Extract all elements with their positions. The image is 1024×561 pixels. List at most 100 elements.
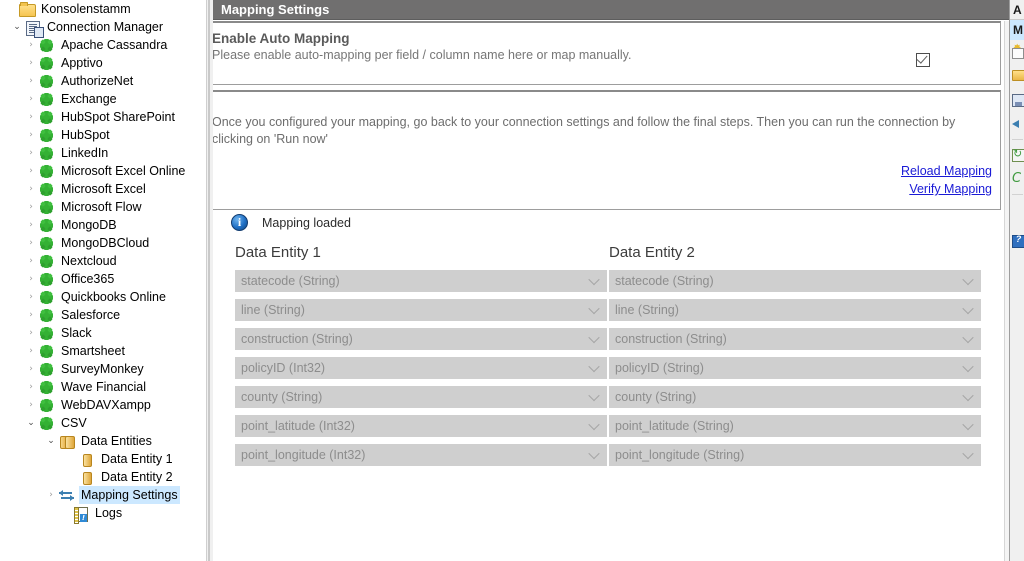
- verify-mapping-link[interactable]: Verify Mapping: [901, 180, 992, 198]
- tree-item-connector[interactable]: › HubSpot SharePoint: [0, 108, 206, 126]
- tree-item-data-entity-1[interactable]: › Data Entity 1: [0, 450, 206, 468]
- data-entity-2-field-dropdown[interactable]: point_latitude (String): [609, 415, 981, 437]
- connector-list: › Apache Cassandra › Apptivo › AuthorizeNet › E…: [0, 36, 206, 414]
- back-arrow-icon[interactable]: [1010, 112, 1024, 136]
- data-entity-2-field-dropdown[interactable]: county (String): [609, 386, 981, 408]
- tree-item-logs-label: Logs: [95, 506, 123, 520]
- chevron-right-icon[interactable]: ›: [24, 36, 38, 54]
- tree-item-connector-label: Apptivo: [61, 56, 103, 70]
- save-icon[interactable]: [1010, 88, 1024, 112]
- chevron-right-icon[interactable]: ›: [24, 396, 38, 414]
- chevron-right-icon[interactable]: ›: [24, 288, 38, 306]
- chevron-down-icon[interactable]: ⌄: [10, 18, 24, 36]
- refresh-icon[interactable]: [1010, 143, 1024, 167]
- tree-item-root[interactable]: › Konsolenstamm: [0, 0, 206, 18]
- plug-icon: [38, 199, 56, 215]
- tool-strip-selected-tab[interactable]: M: [1010, 20, 1024, 40]
- chevron-right-icon[interactable]: ›: [24, 72, 38, 90]
- chevron-right-icon[interactable]: ›: [24, 198, 38, 216]
- tree-item-connector[interactable]: › SurveyMonkey: [0, 360, 206, 378]
- chevron-down-icon[interactable]: ⌄: [24, 414, 38, 432]
- data-entity-1-field-dropdown[interactable]: point_longitude (Int32): [235, 444, 607, 466]
- tree-item-connector-label: Exchange: [61, 92, 117, 106]
- data-entity-2-field-dropdown[interactable]: construction (String): [609, 328, 981, 350]
- tree-item-connector[interactable]: › Office365: [0, 270, 206, 288]
- tree-item-connector[interactable]: › AuthorizeNet: [0, 72, 206, 90]
- tree-item-connector-label: MongoDB: [61, 218, 117, 232]
- tree-item-connector[interactable]: › Microsoft Excel Online: [0, 162, 206, 180]
- dropdown-value: county (String): [615, 390, 697, 404]
- chevron-right-icon[interactable]: ›: [24, 216, 38, 234]
- data-entity-1-field-dropdown[interactable]: policyID (Int32): [235, 357, 607, 379]
- data-entity-1-field-dropdown[interactable]: line (String): [235, 299, 607, 321]
- tree-item-connector[interactable]: › Quickbooks Online: [0, 288, 206, 306]
- data-entity-2-field-dropdown[interactable]: policyID (String): [609, 357, 981, 379]
- chevron-right-icon[interactable]: ›: [24, 270, 38, 288]
- plug-icon: [38, 343, 56, 359]
- data-entity-1-field-dropdown[interactable]: construction (String): [235, 328, 607, 350]
- reload-mapping-link[interactable]: Reload Mapping: [901, 162, 992, 180]
- data-entity-1-field-list: statecode (String) line (String) construct…: [235, 270, 607, 466]
- tree-item-connector[interactable]: › Apptivo: [0, 54, 206, 72]
- tree-item-mapping-settings[interactable]: › Mapping Settings: [0, 486, 206, 504]
- tree-item-connection-manager-label: Connection Manager: [47, 20, 164, 34]
- data-entity-1-column: Data Entity 1 statecode (String) line (St…: [235, 243, 607, 473]
- data-entity-icon: [78, 451, 96, 467]
- plug-icon: [38, 415, 56, 431]
- page-title: Mapping Settings: [213, 0, 1009, 20]
- tree-item-connector[interactable]: › Slack: [0, 324, 206, 342]
- data-entity-2-field-dropdown[interactable]: point_longitude (String): [609, 444, 981, 466]
- tree-item-connector[interactable]: › MongoDBCloud: [0, 234, 206, 252]
- chevron-right-icon[interactable]: ›: [24, 378, 38, 396]
- tree-item-connector[interactable]: › LinkedIn: [0, 144, 206, 162]
- tree-item-data-entities[interactable]: ⌄ Data Entities: [0, 432, 206, 450]
- chevron-right-icon[interactable]: ›: [24, 342, 38, 360]
- plug-icon: [38, 145, 56, 161]
- connect-icon[interactable]: C: [1010, 167, 1024, 191]
- dropdown-value: policyID (Int32): [241, 361, 326, 375]
- tree-item-csv[interactable]: ⌄ CSV: [0, 414, 206, 432]
- tree-item-connector[interactable]: › Nextcloud: [0, 252, 206, 270]
- dropdown-value: construction (String): [241, 332, 353, 346]
- tree-item-root-label: Konsolenstamm: [41, 2, 131, 16]
- tree-item-connector[interactable]: › Microsoft Flow: [0, 198, 206, 216]
- tree-item-connector[interactable]: › MongoDB: [0, 216, 206, 234]
- chevron-right-icon[interactable]: ›: [24, 324, 38, 342]
- chevron-right-icon[interactable]: ›: [44, 486, 58, 504]
- data-entity-1-field-dropdown[interactable]: county (String): [235, 386, 607, 408]
- tree-item-connector[interactable]: › Exchange: [0, 90, 206, 108]
- data-entity-2-field-dropdown[interactable]: statecode (String): [609, 270, 981, 292]
- tree-item-connector[interactable]: › Smartsheet: [0, 342, 206, 360]
- tree-item-logs[interactable]: › Logs: [0, 504, 206, 524]
- tree-item-data-entity-2[interactable]: › Data Entity 2: [0, 468, 206, 486]
- chevron-down-icon[interactable]: ⌄: [44, 432, 58, 450]
- chevron-right-icon[interactable]: ›: [24, 234, 38, 252]
- chevron-right-icon[interactable]: ›: [24, 54, 38, 72]
- chevron-right-icon[interactable]: ›: [24, 108, 38, 126]
- tree-item-connector[interactable]: › HubSpot: [0, 126, 206, 144]
- chevron-right-icon[interactable]: ›: [24, 306, 38, 324]
- chevron-right-icon[interactable]: ›: [24, 360, 38, 378]
- chevron-right-icon[interactable]: ›: [24, 180, 38, 198]
- plug-icon: [38, 163, 56, 179]
- tree-item-connection-manager[interactable]: ⌄ Connection Manager: [0, 18, 206, 38]
- navigation-tree-panel[interactable]: › Konsolenstamm ⌄ Connection Manager › Ap…: [0, 0, 206, 561]
- data-entity-1-field-dropdown[interactable]: statecode (String): [235, 270, 607, 292]
- chevron-right-icon[interactable]: ›: [24, 162, 38, 180]
- tree-item-connector[interactable]: › Wave Financial: [0, 378, 206, 396]
- tree-item-connector[interactable]: › Salesforce: [0, 306, 206, 324]
- data-entity-1-field-dropdown[interactable]: point_latitude (Int32): [235, 415, 607, 437]
- help-icon[interactable]: [1010, 229, 1024, 253]
- chevron-right-icon[interactable]: ›: [24, 90, 38, 108]
- chevron-right-icon[interactable]: ›: [24, 144, 38, 162]
- tree-item-connector[interactable]: › Apache Cassandra: [0, 36, 206, 54]
- open-folder-icon[interactable]: [1010, 64, 1024, 88]
- enable-auto-mapping-description: Please enable auto-mapping per field / c…: [213, 48, 632, 62]
- tree-item-connector[interactable]: › WebDAVXampp: [0, 396, 206, 414]
- tree-item-connector[interactable]: › Microsoft Excel: [0, 180, 206, 198]
- enable-auto-mapping-checkbox[interactable]: [916, 52, 930, 67]
- data-entity-2-field-dropdown[interactable]: line (String): [609, 299, 981, 321]
- new-star-icon[interactable]: ✸: [1010, 40, 1024, 64]
- chevron-right-icon[interactable]: ›: [24, 252, 38, 270]
- chevron-right-icon[interactable]: ›: [24, 126, 38, 144]
